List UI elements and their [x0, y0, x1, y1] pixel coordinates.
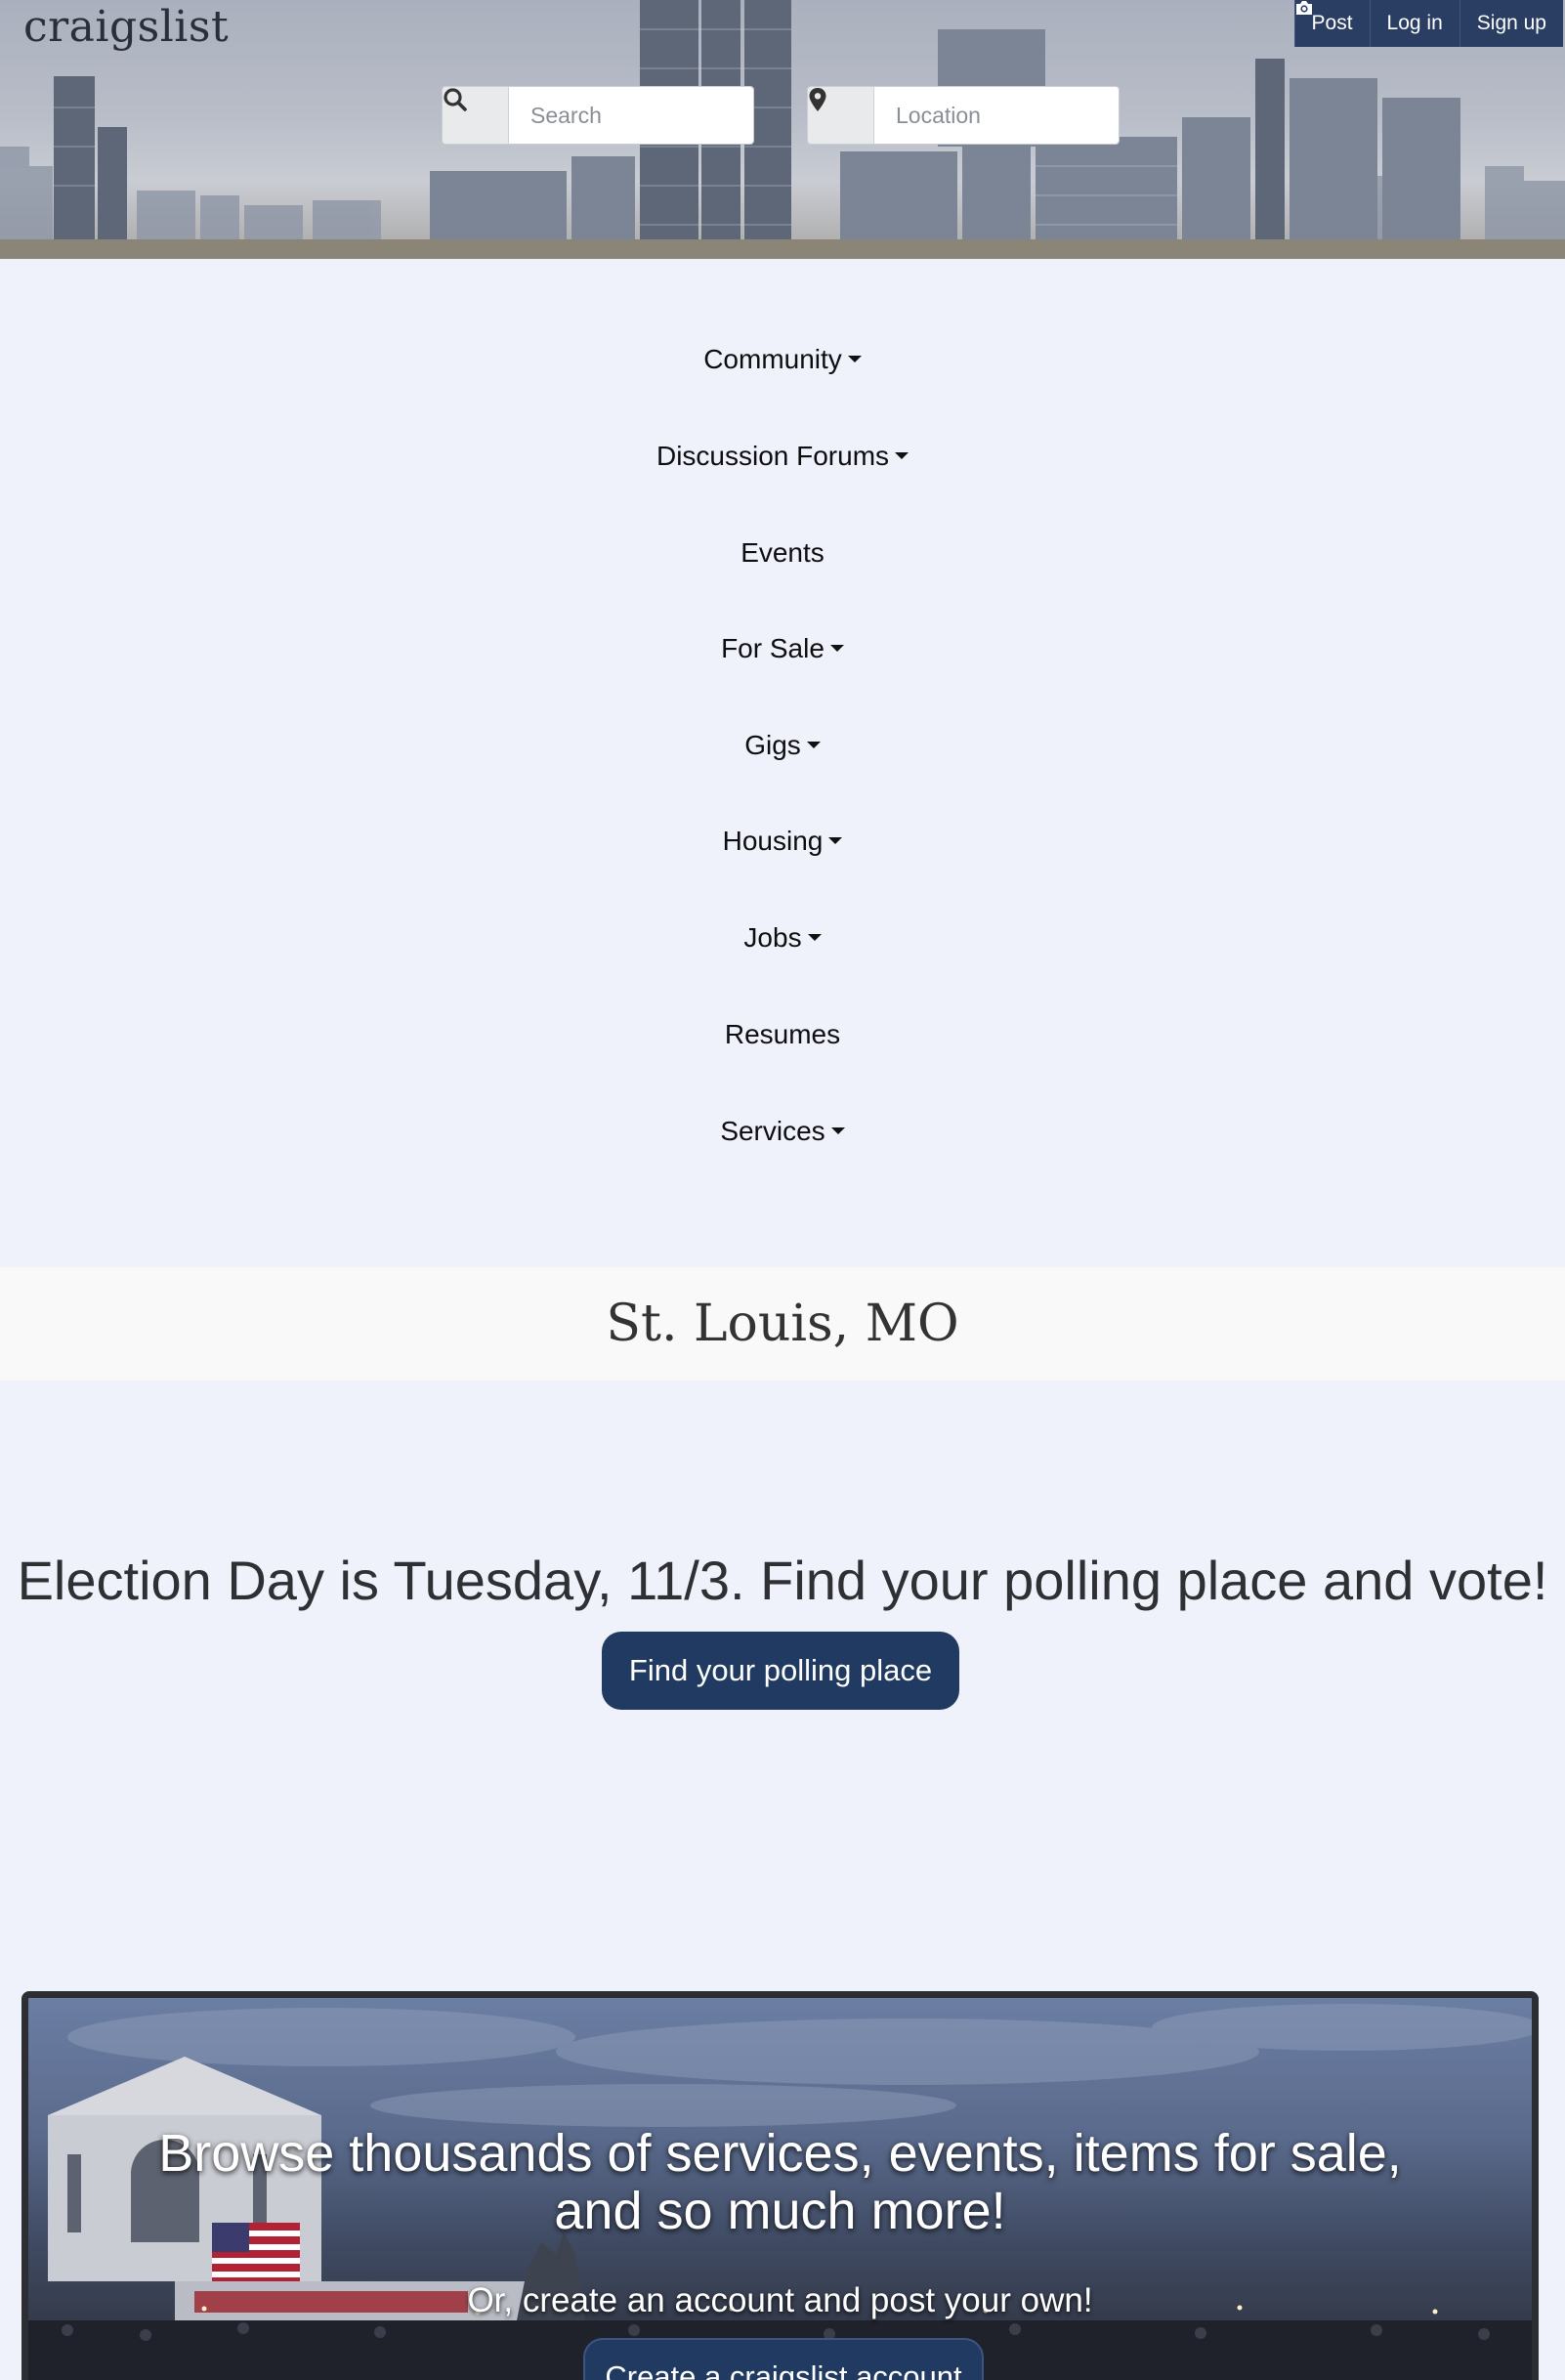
create-account-button[interactable]: Create a craigslist account	[583, 2338, 984, 2380]
top-nav: Post Log in Sign up	[1293, 0, 1563, 47]
map-pin-icon	[809, 88, 826, 111]
camera-icon	[1295, 1, 1312, 15]
category-services[interactable]: Services	[0, 1116, 1565, 1147]
category-label: Gigs	[744, 730, 801, 760]
caret-down-icon	[828, 837, 843, 845]
craigslist-logo[interactable]: craigslist	[23, 2, 229, 52]
category-gigs[interactable]: Gigs	[0, 730, 1565, 761]
caret-down-icon	[807, 934, 822, 942]
post-button[interactable]: Post	[1293, 0, 1370, 47]
header-banner: craigslist Post Log in Sign up	[0, 0, 1565, 259]
category-label: For Sale	[721, 633, 825, 663]
location-input[interactable]	[874, 87, 1119, 144]
category-housing[interactable]: Housing	[0, 826, 1565, 857]
category-label: Jobs	[743, 922, 802, 953]
category-label: Services	[720, 1116, 825, 1146]
promo-banner: Browse thousands of services, events, it…	[21, 1991, 1539, 2380]
search-addon[interactable]	[443, 87, 509, 144]
search-input[interactable]	[509, 87, 753, 144]
caret-down-icon	[829, 645, 844, 653]
login-button[interactable]: Log in	[1369, 0, 1459, 47]
category-label: Events	[740, 537, 825, 568]
promo-title: Browse thousands of services, events, it…	[158, 2124, 1402, 2240]
category-label: Community	[703, 344, 842, 374]
location-addon[interactable]	[808, 87, 874, 144]
caret-down-icon	[847, 356, 862, 363]
promo-subtitle: Or, create an account and post your own!	[467, 2281, 1093, 2319]
category-discussion-forums[interactable]: Discussion Forums	[0, 441, 1565, 472]
caret-down-icon	[806, 742, 821, 749]
city-band: St. Louis, MO	[0, 1267, 1565, 1381]
category-label: Discussion Forums	[656, 441, 890, 471]
category-resumes[interactable]: Resumes	[0, 1019, 1565, 1050]
category-jobs[interactable]: Jobs	[0, 922, 1565, 954]
location-group	[807, 86, 1120, 145]
city-title: St. Louis, MO	[606, 1295, 959, 1353]
category-community[interactable]: Community	[0, 344, 1565, 375]
category-label: Resumes	[724, 1019, 841, 1049]
signup-button[interactable]: Sign up	[1459, 0, 1563, 47]
election-message: Election Day is Tuesday, 11/3. Find your…	[17, 1550, 1548, 1611]
post-label: Post	[1311, 12, 1353, 34]
find-polling-place-button[interactable]: Find your polling place	[602, 1632, 959, 1710]
caret-down-icon	[895, 452, 909, 460]
search-group	[442, 86, 754, 145]
search-icon	[444, 88, 467, 111]
category-for-sale[interactable]: For Sale	[0, 633, 1565, 664]
category-label: Housing	[722, 826, 824, 856]
caret-down-icon	[830, 1127, 845, 1135]
category-events[interactable]: Events	[0, 537, 1565, 569]
